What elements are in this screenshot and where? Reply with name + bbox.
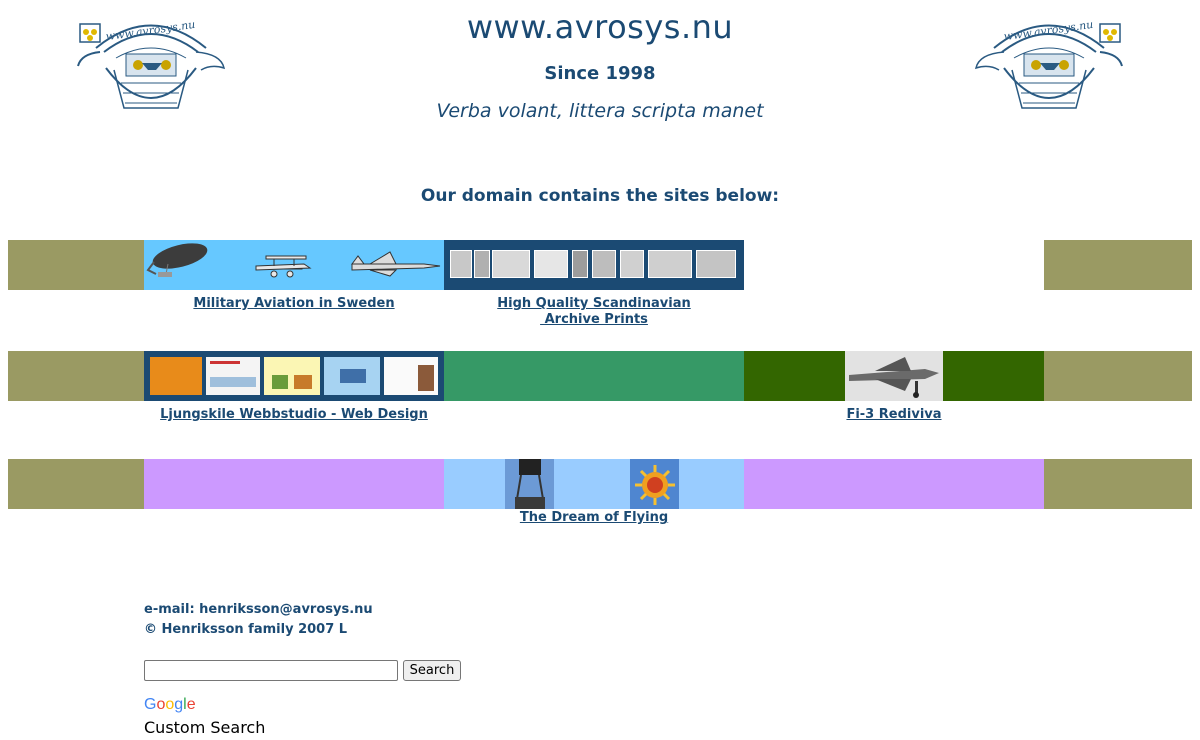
dream-of-flying-link[interactable]: The Dream of Flying [444, 510, 744, 526]
row2-right-band [1044, 351, 1192, 401]
stone-thumbnail [572, 250, 588, 278]
search-button[interactable]: Search [403, 660, 461, 681]
site-title: www.avrosys.nu [466, 8, 734, 46]
wagon-thumbnail [696, 250, 736, 278]
fi3-rediviva-link[interactable]: Fi-3 Rediviva [744, 407, 1044, 423]
church-thumbnail [534, 250, 568, 278]
fi3-banner[interactable] [744, 351, 1044, 401]
row3-lilac-band-left [144, 459, 444, 509]
tools-thumbnail [620, 250, 644, 278]
google-letter-e: e [186, 696, 196, 713]
row3-right-band [1044, 459, 1192, 509]
webbstudio-link[interactable]: Ljungskile Webbstudio - Web Design [144, 407, 444, 423]
website-screenshot-thumbnail [264, 357, 320, 395]
row2-left-band [8, 351, 144, 401]
fi3-aircraft-photo [845, 351, 943, 401]
site-motto: Verba volant, littera scripta manet [436, 100, 764, 122]
google-logo: Google [144, 696, 196, 714]
email-address: e-mail: henriksson@avrosys.nu [144, 602, 373, 617]
row2-green-band [444, 351, 744, 401]
website-screenshot-thumbnail [150, 357, 202, 395]
figures-thumbnail [592, 250, 616, 278]
ship-thumbnail [492, 250, 530, 278]
google-letter-o: o [165, 696, 175, 713]
copyright-notice: © Henriksson family 2007 L [144, 622, 348, 637]
custom-search-label: Custom Search [144, 718, 266, 737]
dream-of-flying-banner[interactable] [444, 459, 744, 509]
archive-prints-link[interactable]: High Quality Scandinavian Archive Prints [444, 296, 744, 328]
since-year: Since 1998 [544, 63, 656, 84]
objects-thumbnail [648, 250, 692, 278]
portrait-thumbnail [474, 250, 490, 278]
google-letter-g: g [174, 696, 184, 713]
medal-thumbnail [450, 250, 472, 278]
row1-left-band [8, 240, 144, 290]
aircraft-illustrations [146, 243, 441, 278]
sites-intro-heading: Our domain contains the sites below: [420, 186, 780, 206]
webbstudio-banner[interactable] [144, 351, 444, 401]
website-screenshot-thumbnail [206, 357, 260, 395]
row1-right-band [1044, 240, 1192, 290]
archive-prints-banner[interactable] [444, 240, 744, 290]
row3-lilac-band-right [744, 459, 1044, 509]
contact-info: e-mail: henriksson@avrosys.nu © Henrikss… [144, 600, 373, 640]
military-aviation-link[interactable]: Military Aviation in Sweden [144, 296, 444, 312]
archive-prints-link-line1: High Quality Scandinavian [497, 296, 691, 311]
military-aviation-banner[interactable] [144, 240, 444, 290]
website-screenshot-thumbnail [384, 357, 438, 395]
website-screenshot-thumbnail [324, 357, 380, 395]
row3-left-band [8, 459, 144, 509]
sun-balloon-photo [630, 459, 679, 509]
archive-prints-link-line2: Archive Prints [540, 312, 648, 327]
google-letter-g: G [144, 696, 157, 713]
search-input[interactable] [144, 660, 398, 681]
balloon-photo [505, 459, 554, 509]
